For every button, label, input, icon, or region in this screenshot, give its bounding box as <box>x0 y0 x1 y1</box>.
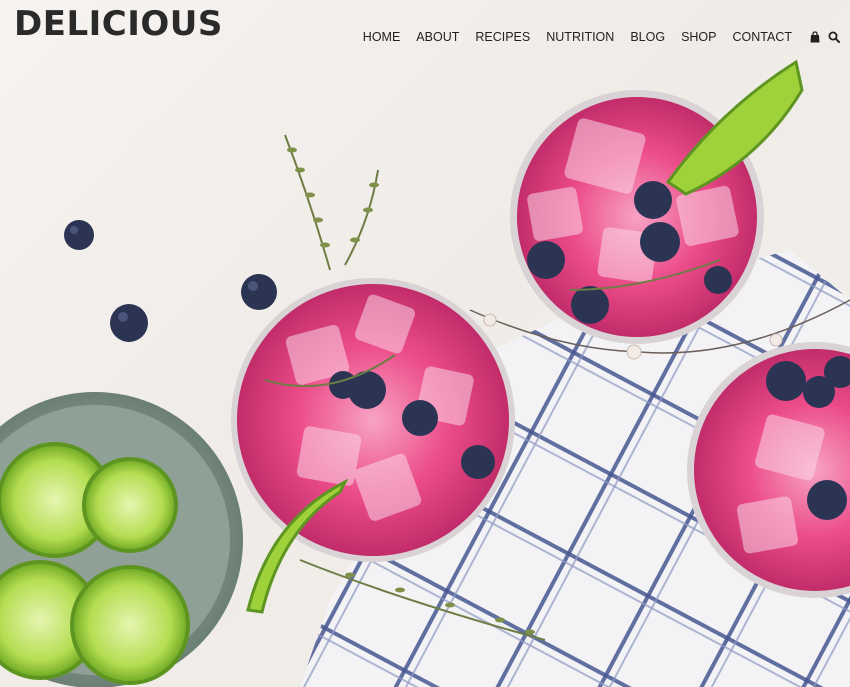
nav-nutrition[interactable]: NUTRITION <box>546 27 614 47</box>
drinks-photo <box>0 59 850 687</box>
shopping-bag-icon[interactable] <box>808 30 822 44</box>
nav-recipes[interactable]: RECIPES <box>475 27 530 47</box>
nav-home[interactable]: HOME <box>363 27 401 47</box>
main-nav: HOME ABOUT RECIPES NUTRITION BLOG SHOP C… <box>363 27 846 47</box>
site-header: DELICIOUS HOME ABOUT RECIPES NUTRITION B… <box>0 0 850 60</box>
nav-blog[interactable]: BLOG <box>630 27 665 47</box>
nav-contact[interactable]: CONTACT <box>733 27 793 47</box>
nav-about[interactable]: ABOUT <box>416 27 459 47</box>
site-logo[interactable]: DELICIOUS <box>14 4 223 44</box>
hero-image <box>0 0 850 687</box>
nav-shop[interactable]: SHOP <box>681 27 716 47</box>
search-icon[interactable] <box>827 30 841 44</box>
